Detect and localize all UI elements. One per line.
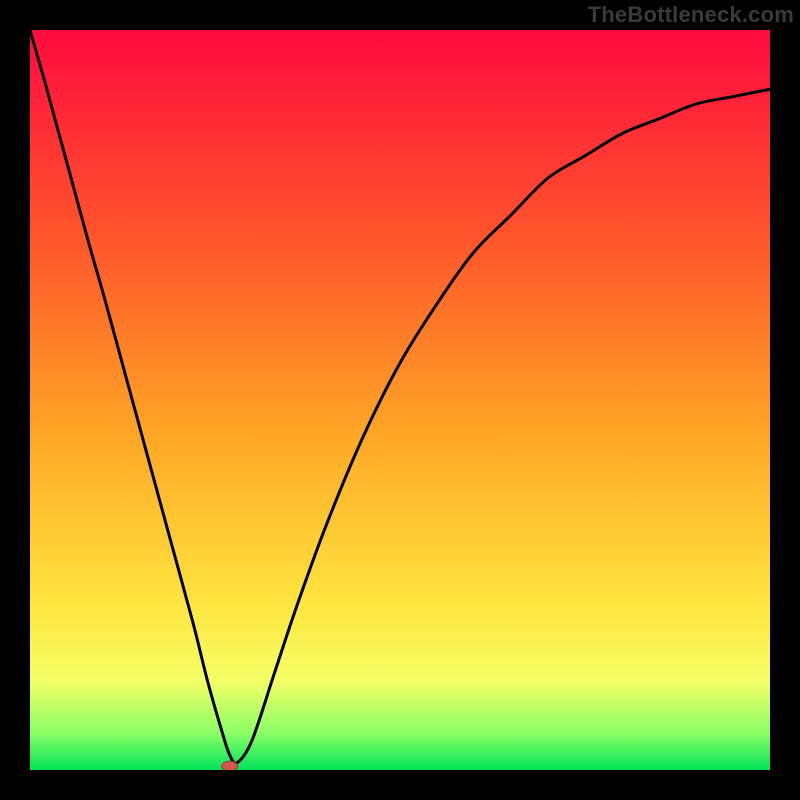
watermark-text: TheBottleneck.com xyxy=(588,2,794,28)
plot-area xyxy=(30,30,770,770)
chart-svg xyxy=(30,30,770,770)
optimal-marker xyxy=(222,761,238,770)
gradient-background xyxy=(30,30,770,770)
chart-frame: TheBottleneck.com xyxy=(0,0,800,800)
